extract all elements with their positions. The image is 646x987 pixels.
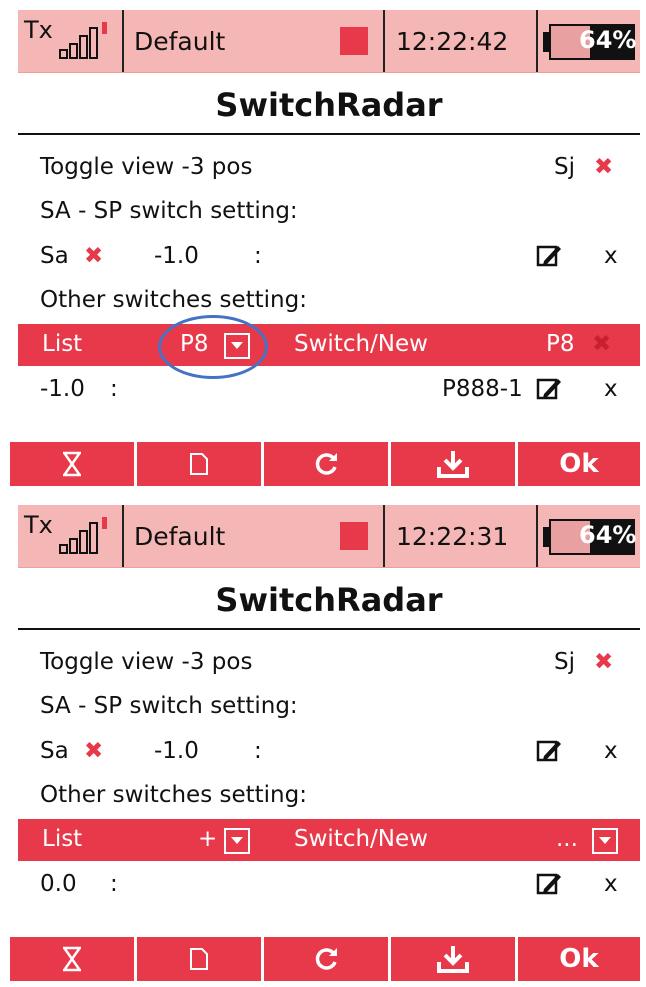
sa-clear-button[interactable]: x: [604, 243, 618, 269]
model-name: Default: [134, 521, 226, 551]
title-divider: [18, 628, 640, 630]
new-file-icon: [190, 453, 208, 475]
sa-value[interactable]: -1.0: [154, 738, 199, 764]
pencil-icon[interactable]: [536, 243, 562, 269]
toggle-x-icon[interactable]: ✖: [594, 649, 613, 675]
refresh-button[interactable]: [264, 937, 388, 981]
value-name[interactable]: P888-1: [442, 376, 523, 402]
switch-new-label[interactable]: Switch/New: [294, 331, 428, 357]
toggle-switch-value[interactable]: Sj: [554, 649, 575, 675]
ok-button[interactable]: Ok: [518, 937, 640, 981]
sa-row[interactable]: Sa ✖ -1.0 : x: [18, 235, 640, 281]
refresh-icon: [315, 948, 337, 970]
toggle-view-label: Toggle view -3 pos: [40, 154, 253, 180]
clock: 12:22:42: [396, 26, 509, 56]
list-right-value[interactable]: P8: [546, 331, 575, 357]
pencil-icon[interactable]: [536, 738, 562, 764]
toggle-switch-value[interactable]: Sj: [554, 154, 575, 180]
toggle-view-row[interactable]: Toggle view -3 pos Sj ✖: [18, 146, 640, 192]
value-row[interactable]: -1.0 : P888-1 x: [18, 368, 640, 414]
list-x-icon[interactable]: ✖: [592, 331, 611, 357]
sa-clear-button[interactable]: x: [604, 738, 618, 764]
sa-sp-heading: SA - SP switch setting:: [18, 685, 640, 731]
list-bar[interactable]: List + Switch/New ...: [18, 819, 640, 861]
download-icon: [437, 946, 469, 973]
sa-switch[interactable]: Sa: [40, 243, 69, 269]
new-file-button[interactable]: [137, 442, 261, 486]
download-icon: [437, 451, 469, 478]
value-clear-button[interactable]: x: [604, 871, 618, 897]
pencil-icon[interactable]: [536, 871, 562, 897]
hourglass-icon: [63, 451, 81, 477]
refresh-button[interactable]: [264, 442, 388, 486]
tx-label: Tx: [24, 16, 53, 44]
sa-sp-heading-label: SA - SP switch setting:: [40, 693, 298, 719]
status-square-icon: [340, 522, 368, 550]
download-button[interactable]: [391, 442, 515, 486]
hourglass-button[interactable]: [10, 937, 134, 981]
list-bar[interactable]: List P8 Switch/New P8 ✖: [18, 324, 640, 366]
sa-switch[interactable]: Sa: [40, 738, 69, 764]
other-heading-label: Other switches setting:: [40, 287, 307, 313]
pencil-icon[interactable]: [536, 376, 562, 402]
sa-value[interactable]: -1.0: [154, 243, 199, 269]
other-heading-label: Other switches setting:: [40, 782, 307, 808]
tx-indicator: Tx: [24, 10, 124, 72]
value-row[interactable]: 0.0 : x: [18, 863, 640, 909]
battery-percent: 64%: [579, 26, 637, 54]
dropdown-icon[interactable]: [224, 828, 250, 854]
screen-2: Tx Default 12:22:31 64% SwitchRadar Togg…: [0, 495, 646, 987]
value-clear-button[interactable]: x: [604, 376, 618, 402]
signal-bars-icon: [59, 22, 107, 59]
screen-1: Tx Default 12:22:42 64% SwitchRadar Togg…: [0, 0, 646, 492]
title-divider: [18, 133, 640, 135]
download-button[interactable]: [391, 937, 515, 981]
other-heading: Other switches setting:: [18, 279, 640, 325]
bottom-toolbar: Ok: [10, 937, 640, 981]
dropdown-icon[interactable]: [592, 828, 618, 854]
toggle-view-row[interactable]: Toggle view -3 pos Sj ✖: [18, 641, 640, 687]
list-label: List: [42, 331, 83, 357]
value-colon: :: [110, 871, 118, 897]
status-square-icon: [340, 27, 368, 55]
new-file-icon: [190, 948, 208, 970]
switch-new-label[interactable]: Switch/New: [294, 826, 428, 852]
signal-bars-icon: [59, 517, 107, 554]
toggle-view-label: Toggle view -3 pos: [40, 649, 253, 675]
battery-icon: 64%: [543, 24, 637, 60]
clock: 12:22:31: [396, 521, 509, 551]
bottom-toolbar: Ok: [10, 442, 640, 486]
tx-indicator: Tx: [24, 505, 124, 567]
ok-button[interactable]: Ok: [518, 442, 640, 486]
sa-x-icon[interactable]: ✖: [84, 738, 103, 764]
sa-sp-heading: SA - SP switch setting:: [18, 190, 640, 236]
other-heading: Other switches setting:: [18, 774, 640, 820]
status-bar: Tx Default 12:22:42 64%: [18, 10, 640, 73]
status-bar: Tx Default 12:22:31 64%: [18, 505, 640, 568]
value[interactable]: 0.0: [40, 871, 77, 897]
sa-colon: :: [254, 738, 262, 764]
model-name: Default: [134, 26, 226, 56]
tx-label: Tx: [24, 511, 53, 539]
value-colon: :: [110, 376, 118, 402]
page-title: SwitchRadar: [215, 86, 443, 124]
hourglass-button[interactable]: [10, 442, 134, 486]
list-label: List: [42, 826, 83, 852]
list-selected[interactable]: +: [198, 826, 217, 852]
sa-sp-heading-label: SA - SP switch setting:: [40, 198, 298, 224]
value[interactable]: -1.0: [40, 376, 85, 402]
battery-icon: 64%: [543, 519, 637, 555]
refresh-icon: [315, 453, 337, 475]
new-file-button[interactable]: [137, 937, 261, 981]
sa-colon: :: [254, 243, 262, 269]
battery-percent: 64%: [579, 521, 637, 549]
hourglass-icon: [63, 946, 81, 972]
page-title: SwitchRadar: [215, 581, 443, 619]
sa-x-icon[interactable]: ✖: [84, 243, 103, 269]
list-right-value[interactable]: ...: [556, 826, 578, 852]
toggle-x-icon[interactable]: ✖: [594, 154, 613, 180]
sa-row[interactable]: Sa ✖ -1.0 : x: [18, 730, 640, 776]
